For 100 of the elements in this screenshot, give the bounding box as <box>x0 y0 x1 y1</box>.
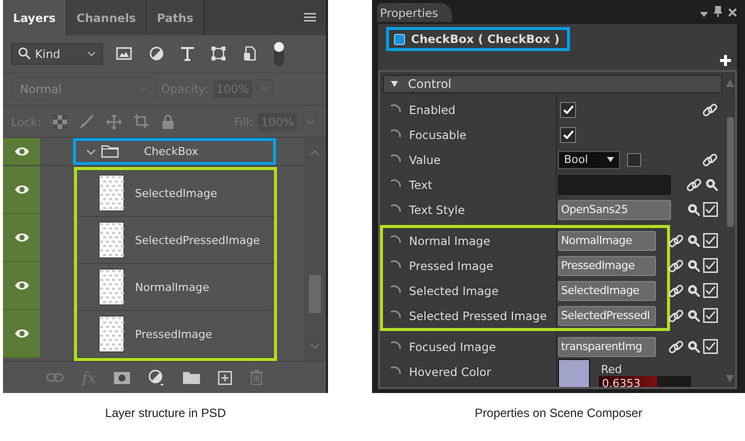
scrollbar-thumb[interactable] <box>309 275 321 314</box>
figure-caption: Layer structure in PSD <box>104 406 227 420</box>
lock-pixels-icon[interactable] <box>53 114 68 128</box>
checkbox[interactable] <box>560 102 576 118</box>
filter-toggle-icon[interactable] <box>273 40 285 66</box>
layer-group-row[interactable]: CheckBox <box>73 138 276 165</box>
triangle-down-icon <box>607 157 614 162</box>
new-layer-icon[interactable] <box>218 370 232 384</box>
checkbox[interactable] <box>560 126 576 142</box>
chevron-down-icon <box>310 343 320 349</box>
checkbox[interactable] <box>627 152 641 166</box>
property-label: Selected Image <box>409 284 499 298</box>
text-field[interactable] <box>558 174 671 194</box>
triangle-down-icon <box>391 81 398 87</box>
search-icon[interactable] <box>687 284 700 297</box>
panel-tab[interactable]: Layers <box>3 0 67 35</box>
property-label: Focusable <box>409 128 466 142</box>
eye-icon <box>14 146 30 157</box>
menu-icon[interactable] <box>304 13 316 22</box>
checkbox-icon[interactable] <box>703 339 718 354</box>
type-dropdown[interactable]: Bool <box>558 150 620 168</box>
property-label: Hovered Color <box>409 364 492 378</box>
add-icon[interactable] <box>720 55 731 66</box>
smart-object-filter-icon[interactable] <box>243 46 256 61</box>
asset-field[interactable]: PressedImage <box>558 256 656 276</box>
link-icon[interactable] <box>668 258 684 274</box>
checkbox-icon[interactable] <box>703 283 718 298</box>
chevron-up-icon <box>310 150 320 156</box>
checkbox-icon[interactable] <box>703 233 718 248</box>
close-icon[interactable] <box>728 8 737 17</box>
asset-field[interactable]: SelectedImage <box>558 280 656 300</box>
folder-icon[interactable] <box>183 371 200 384</box>
visibility-toggle[interactable] <box>3 138 40 165</box>
search-icon[interactable] <box>687 259 700 272</box>
scrollbar-thumb[interactable] <box>726 117 734 227</box>
link-icon[interactable] <box>668 282 684 298</box>
dropdown-icon[interactable] <box>700 12 708 17</box>
link-icon[interactable] <box>686 176 702 192</box>
link-icon[interactable] <box>668 308 684 324</box>
channel-label: Red <box>600 362 623 376</box>
property-label: Text Style <box>409 202 465 216</box>
layer-name[interactable]: PressedImage <box>135 328 212 340</box>
section-header[interactable]: Control <box>383 75 722 93</box>
panel-tab[interactable]: Properties <box>377 3 452 22</box>
search-icon[interactable] <box>687 203 700 216</box>
type-filter-icon[interactable] <box>181 46 194 60</box>
search-icon[interactable] <box>705 178 718 191</box>
layer-name[interactable]: SelectedPressedImage <box>135 234 260 246</box>
property-label: Focused Image <box>409 340 496 354</box>
property-label: Normal Image <box>409 234 490 248</box>
eye-icon <box>14 328 30 339</box>
property-label: Enabled <box>409 102 456 116</box>
selected-object[interactable]: CheckBox ( CheckBox ) <box>386 27 570 51</box>
triangle-up-icon <box>726 79 734 87</box>
visibility-toggle[interactable] <box>3 310 40 358</box>
filter-dropdown[interactable]: Kind <box>11 42 103 64</box>
search-icon[interactable] <box>687 234 700 247</box>
channel-slider[interactable]: 0.6353 <box>599 376 691 387</box>
mask-icon[interactable] <box>114 372 130 384</box>
layer-thumbnail <box>99 175 124 211</box>
layer-thumbnail <box>99 316 124 352</box>
link-icon[interactable] <box>668 338 684 354</box>
triangle-down-icon <box>726 375 734 383</box>
panel-tab[interactable]: Channels <box>66 0 147 35</box>
visibility-toggle[interactable] <box>3 166 40 214</box>
visibility-toggle[interactable] <box>3 262 40 310</box>
chevron-down-icon <box>87 50 96 56</box>
checkbox-icon[interactable] <box>703 202 718 217</box>
checkbox-object-icon <box>394 34 405 44</box>
layer-name[interactable]: SelectedImage <box>135 186 218 200</box>
scrollbar[interactable] <box>304 138 326 361</box>
pin-icon[interactable] <box>714 6 722 17</box>
asset-field[interactable]: transparentImg <box>558 336 656 356</box>
search-icon[interactable] <box>687 340 700 353</box>
channel-value: 0.6353 <box>601 376 640 387</box>
layer-name[interactable]: NormalImage <box>135 280 210 294</box>
eye-icon <box>14 232 30 243</box>
link-icon[interactable] <box>702 152 718 168</box>
property-label: Pressed Image <box>409 258 494 272</box>
image-filter-icon[interactable] <box>116 47 132 60</box>
eye-icon <box>14 184 30 195</box>
visibility-toggle[interactable] <box>3 214 40 262</box>
adjustment-icon[interactable] <box>148 369 165 386</box>
panel-tab[interactable]: Paths <box>146 0 204 35</box>
search-icon[interactable] <box>687 309 700 322</box>
link-icon[interactable] <box>702 102 718 118</box>
property-label: Value <box>409 152 441 166</box>
transform-filter-icon[interactable] <box>211 46 226 61</box>
link-icon[interactable] <box>668 232 684 248</box>
checkbox-icon[interactable] <box>703 258 718 273</box>
adjustment-filter-icon[interactable] <box>149 46 164 61</box>
layer-thumbnail <box>99 222 124 258</box>
chevron-down-icon <box>86 148 96 154</box>
color-swatch[interactable] <box>558 358 590 387</box>
asset-field[interactable]: NormalImage <box>558 230 656 250</box>
checkmark-icon <box>562 130 574 139</box>
property-label: Text <box>409 178 432 192</box>
checkbox-icon[interactable] <box>703 308 718 323</box>
asset-field[interactable]: OpenSans25 <box>558 200 671 220</box>
asset-field[interactable]: SelectedPressedI <box>558 306 656 326</box>
